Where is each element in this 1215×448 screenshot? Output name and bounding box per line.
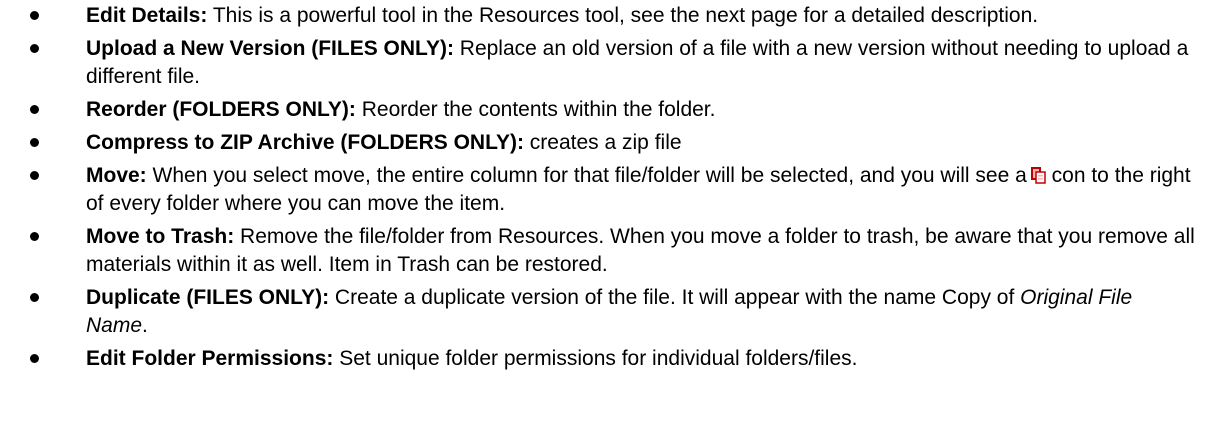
- bullet-icon: [30, 354, 39, 363]
- bullet-list: Edit Details: This is a powerful tool in…: [0, 2, 1215, 373]
- list-item-term: Move to Trash:: [86, 225, 235, 248]
- list-item-text: Remove the file/folder from Resources. W…: [86, 225, 1195, 276]
- list-item-duplicate: Duplicate (FILES ONLY): Create a duplica…: [0, 284, 1215, 340]
- list-item-term: Edit Folder Permissions:: [86, 347, 334, 370]
- list-item-edit-details: Edit Details: This is a powerful tool in…: [0, 2, 1215, 30]
- list-item-text: Create a duplicate version of the file. …: [329, 286, 1021, 309]
- bullet-icon: [30, 232, 39, 241]
- bullet-icon: [30, 138, 39, 147]
- list-item-term: Move:: [86, 164, 147, 187]
- list-item-term: Edit Details:: [86, 4, 208, 27]
- list-item-upload-new-version: Upload a New Version (FILES ONLY): Repla…: [0, 35, 1215, 91]
- list-item-compress-zip: Compress to ZIP Archive (FOLDERS ONLY): …: [0, 129, 1215, 157]
- bullet-icon: [30, 105, 39, 114]
- list-item-text: Reorder the contents within the folder.: [355, 98, 716, 121]
- bullet-icon: [30, 293, 39, 302]
- list-item-edit-folder-permissions: Edit Folder Permissions: Set unique fold…: [0, 345, 1215, 373]
- list-item-move-to-trash: Move to Trash: Remove the file/folder fr…: [0, 223, 1215, 279]
- list-item-term: Duplicate (FILES ONLY):: [86, 286, 330, 309]
- bullet-icon: [30, 171, 39, 180]
- paste-icon: [1030, 167, 1046, 184]
- list-item-text: This is a powerful tool in the Resources…: [207, 4, 1039, 27]
- list-item-term: Compress to ZIP Archive (FOLDERS ONLY):: [86, 131, 524, 154]
- document-page: Edit Details: This is a powerful tool in…: [0, 0, 1215, 448]
- list-item-text: creates a zip file: [523, 131, 682, 154]
- list-item-text-end: .: [142, 314, 148, 337]
- list-item-term: Upload a New Version (FILES ONLY):: [86, 37, 454, 60]
- list-item-text: When you select move, the entire column …: [146, 164, 1027, 187]
- list-item-move: Move: When you select move, the entire c…: [0, 162, 1215, 218]
- bullet-icon: [30, 11, 39, 20]
- list-item-reorder: Reorder (FOLDERS ONLY): Reorder the cont…: [0, 96, 1215, 124]
- list-item-term: Reorder (FOLDERS ONLY):: [86, 98, 356, 121]
- list-item-text: Set unique folder permissions for indivi…: [333, 347, 858, 370]
- bullet-icon: [30, 44, 39, 53]
